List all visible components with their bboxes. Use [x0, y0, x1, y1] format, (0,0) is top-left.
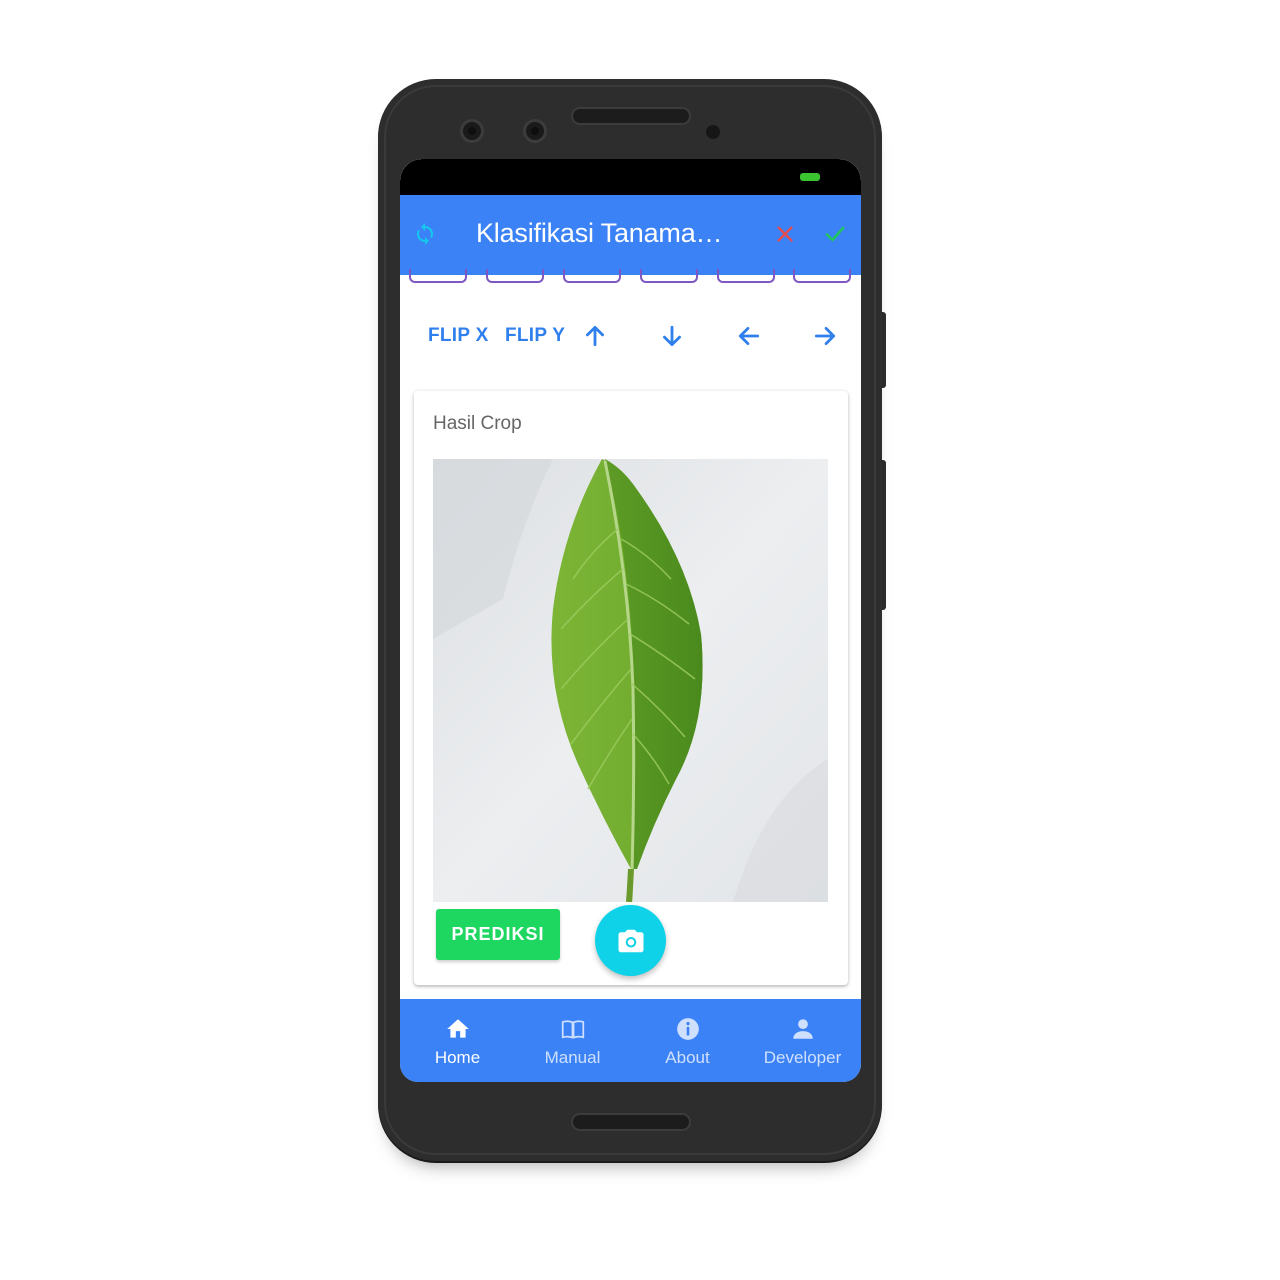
bottom-speaker: [571, 1113, 691, 1131]
flip-y-button[interactable]: FLIP Y: [505, 325, 565, 347]
aspect-ratio-chip[interactable]: [486, 269, 544, 283]
arrow-right-icon[interactable]: [812, 323, 838, 349]
battery-icon: [800, 173, 820, 181]
bottom-navigation: Home Manual About Developer: [400, 999, 861, 1082]
cropped-leaf-image: [433, 459, 828, 902]
nav-about[interactable]: About: [630, 999, 745, 1082]
nav-manual[interactable]: Manual: [515, 999, 630, 1082]
nav-label-home: Home: [434, 1048, 481, 1067]
aspect-ratio-chip[interactable]: [409, 269, 467, 283]
camera-fab[interactable]: [595, 905, 666, 976]
nav-developer[interactable]: Developer: [745, 999, 860, 1082]
camera-icon: [618, 929, 643, 952]
page-title: Klasifikasi Tanaman Herbal: [476, 218, 736, 248]
aspect-ratio-chip[interactable]: [717, 269, 775, 283]
predict-button[interactable]: PREDIKSI: [436, 909, 560, 960]
aspect-ratio-chip[interactable]: [793, 269, 851, 283]
app-bar: Klasifikasi Tanaman Herbal: [400, 195, 861, 275]
card-title: Hasil Crop: [433, 413, 522, 434]
app-screen: Klasifikasi Tanaman Herbal FLIP X FLIP Y: [400, 159, 861, 1082]
front-sensor: [523, 119, 547, 143]
close-icon[interactable]: [770, 219, 800, 249]
arrow-down-icon[interactable]: [659, 323, 685, 349]
front-camera: [460, 119, 484, 143]
arrow-left-icon[interactable]: [736, 323, 762, 349]
nav-label-developer: Developer: [763, 1048, 842, 1067]
crop-toolbar: FLIP X FLIP Y: [400, 319, 861, 355]
flip-x-button[interactable]: FLIP X: [428, 325, 489, 347]
check-icon[interactable]: [820, 219, 850, 249]
proximity-sensor: [706, 125, 720, 139]
nav-label-about: About: [665, 1048, 710, 1067]
arrow-up-icon[interactable]: [582, 323, 608, 349]
aspect-ratio-row: [400, 269, 861, 285]
aspect-ratio-chip[interactable]: [640, 269, 698, 283]
status-bar: [400, 159, 861, 195]
home-icon: [444, 1015, 472, 1043]
nav-home[interactable]: Home: [400, 999, 515, 1082]
rotate-icon[interactable]: [410, 219, 440, 249]
person-icon: [789, 1015, 817, 1043]
top-speaker: [571, 107, 691, 125]
info-icon: [674, 1015, 702, 1043]
aspect-ratio-chip[interactable]: [563, 269, 621, 283]
nav-label-manual: Manual: [544, 1048, 601, 1067]
result-card: Hasil Crop PREDIKSI: [414, 391, 848, 985]
book-icon: [559, 1015, 587, 1043]
